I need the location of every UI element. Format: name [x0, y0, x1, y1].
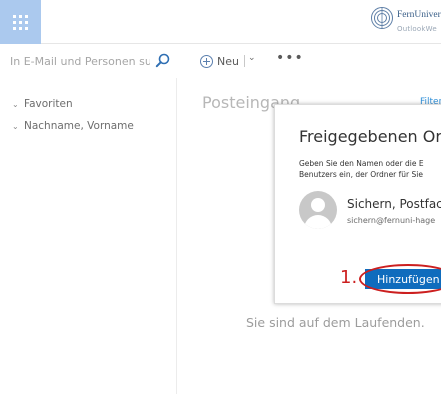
logo-subtitle: OutlookWe: [397, 25, 437, 33]
step-number-annotation: 1.: [340, 267, 358, 288]
toolbar-divider: [244, 55, 245, 67]
sidebar-item-favoriten[interactable]: ⌄ Favoriten: [12, 98, 73, 110]
plus-circle-icon: [200, 54, 213, 68]
avatar-head: [311, 198, 325, 212]
more-actions-button[interactable]: •••: [276, 50, 304, 66]
avatar: [299, 191, 337, 229]
waffle-grid-icon: [13, 15, 28, 30]
add-button[interactable]: Hinzufügen: [365, 269, 441, 289]
fernuni-logo: FernUnivers OutlookWe: [370, 6, 441, 36]
new-button-label: Neu: [217, 54, 239, 68]
empty-inbox-message: Sie sind auf dem Laufenden.: [246, 315, 425, 330]
search-input[interactable]: [10, 53, 150, 69]
chevron-down-icon: ⌄: [12, 122, 19, 131]
dialog-description: Geben Sie den Namen oder die E Benutzers…: [299, 158, 441, 180]
dialog-title: Freigegebenen Ord: [299, 127, 441, 146]
new-button[interactable]: Neu: [200, 53, 239, 69]
search-icon[interactable]: [155, 53, 170, 68]
chevron-down-icon: ⌄: [12, 100, 19, 109]
sidebar-item-label: Nachname, Vorname: [24, 120, 134, 132]
top-header: FernUnivers OutlookWe: [0, 0, 441, 44]
new-dropdown-chevron-icon[interactable]: ⌄: [248, 53, 256, 63]
avatar-body: [304, 215, 332, 229]
person-email: sichern@fernuni-hage: [347, 216, 436, 225]
search-bar: [0, 44, 177, 78]
logo-name: FernUnivers: [397, 10, 441, 20]
app-launcher-button[interactable]: [0, 0, 41, 44]
shared-folder-dialog: Freigegebenen Ord Geben Sie den Namen od…: [274, 104, 441, 304]
university-logo-icon: [371, 7, 393, 29]
sidebar-item-label: Favoriten: [24, 98, 73, 110]
dialog-description-line: Benutzers ein, der Ordner für Sie: [299, 170, 423, 179]
sidebar-item-account[interactable]: ⌄ Nachname, Vorname: [12, 120, 134, 132]
dialog-description-line: Geben Sie den Namen oder die E: [299, 159, 424, 168]
command-toolbar: Neu ⌄ •••: [178, 44, 441, 78]
left-pane: ⌄ Favoriten ⌄ Nachname, Vorname: [0, 44, 177, 394]
person-name[interactable]: Sichern, Postfach: [347, 197, 441, 211]
